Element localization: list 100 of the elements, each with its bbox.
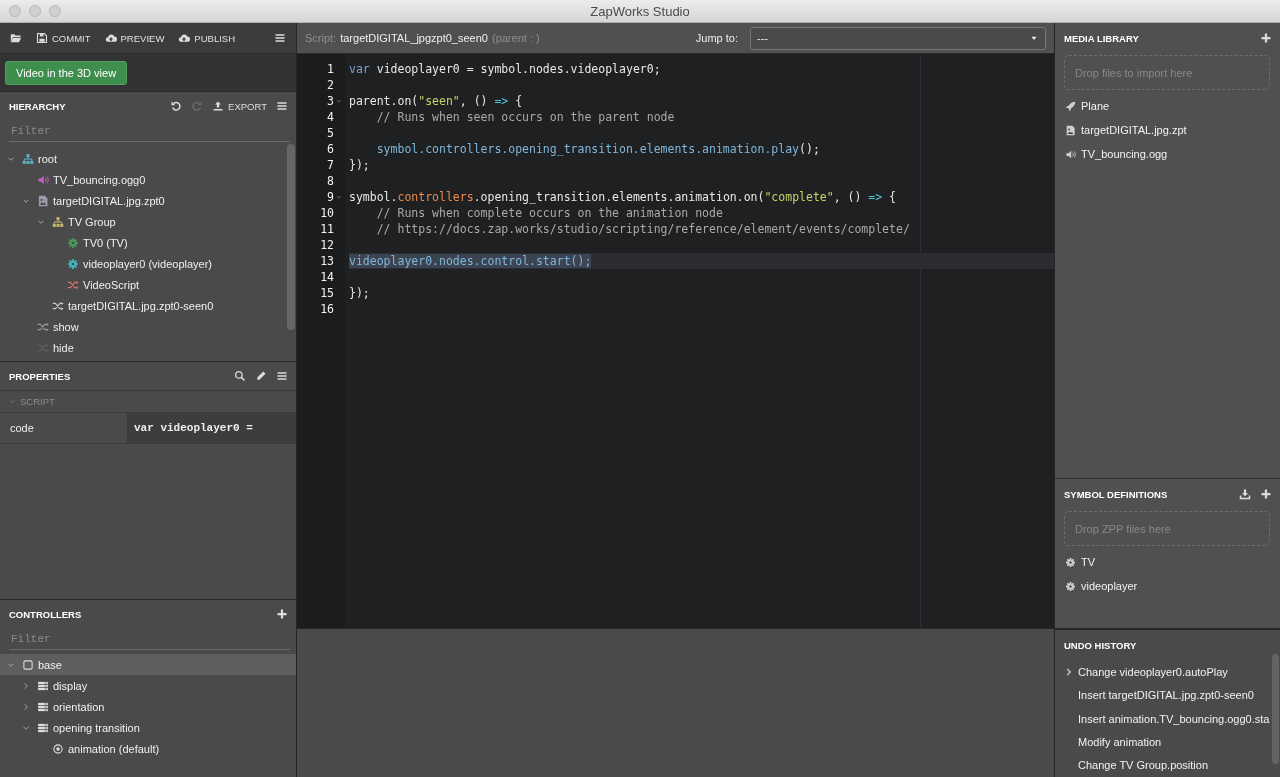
line-number: 5 — [327, 126, 334, 140]
jump-dropdown[interactable]: --- — [750, 26, 1046, 50]
line-number: 11 — [320, 222, 334, 236]
rocket-icon — [1065, 100, 1076, 112]
tree-item[interactable]: display — [0, 675, 296, 696]
library-item[interactable]: videoplayer — [1055, 574, 1280, 598]
save-icon — [36, 32, 48, 44]
tree-item[interactable]: TV Group — [0, 211, 296, 232]
plus-icon — [1260, 32, 1272, 44]
history-item[interactable]: Change videoplayer0.autoPlay — [1055, 660, 1280, 684]
speaker-icon — [1065, 148, 1076, 160]
menu-button[interactable] — [276, 370, 288, 382]
tree-item[interactable]: opening transition — [0, 717, 296, 738]
folder-button[interactable] — [10, 32, 22, 44]
history-item[interactable]: Change TV Group.position — [1055, 753, 1280, 777]
script-label: Script: — [305, 32, 337, 44]
commit-button[interactable]: COMMIT — [36, 32, 91, 44]
plus-button[interactable] — [276, 608, 288, 620]
tree-item[interactable]: root — [0, 148, 296, 169]
line-number: 14 — [320, 270, 334, 284]
menu-button[interactable] — [276, 100, 288, 112]
pencil-button[interactable] — [255, 370, 267, 382]
history-item[interactable]: Insert animation.TV_bouncing.ogg0.sta — [1055, 706, 1280, 731]
undo-icon — [170, 100, 183, 112]
jump-label: Jump to: — [695, 32, 738, 44]
parent-label: (parent : ) — [491, 32, 540, 44]
scrollbar[interactable] — [287, 144, 295, 330]
list-icon — [37, 700, 49, 713]
redo-icon — [191, 100, 204, 112]
download-button[interactable] — [1239, 488, 1251, 500]
panel-title: CONTROLLERS — [9, 608, 83, 620]
library-item[interactable]: targetDIGITAL.jpg.zpt — [1055, 118, 1280, 142]
tree-item[interactable]: videoplayer0 (videoplayer) — [0, 253, 296, 274]
code-line: }); — [349, 157, 371, 173]
list-icon — [37, 679, 49, 692]
cloud-upload-icon — [104, 32, 117, 44]
scrollbar[interactable] — [1272, 654, 1279, 764]
search-button[interactable] — [234, 370, 246, 382]
folder-icon — [10, 32, 22, 44]
export-button[interactable]: EXPORT — [212, 100, 267, 112]
tree-item[interactable]: base — [0, 654, 296, 675]
pencil-icon — [255, 370, 267, 382]
tree-item[interactable]: hide — [0, 337, 296, 358]
chevron-right-icon — [1064, 666, 1074, 677]
filter-field[interactable]: Filter — [9, 120, 290, 142]
line-number: 9 — [327, 190, 334, 204]
plus-icon — [1260, 488, 1272, 500]
preview-button[interactable]: PREVIEW — [104, 32, 165, 44]
list-icon — [37, 721, 49, 734]
menu-icon — [274, 32, 286, 44]
history-item[interactable]: Modify animation — [1055, 730, 1280, 754]
code-line: symbol.controllers.opening_transition.elements.animation.on("complete", () => { — [349, 189, 898, 205]
menu-button[interactable] — [274, 32, 286, 44]
tree-item[interactable]: TV0 (TV) — [0, 232, 296, 253]
tree-item[interactable]: VideoScript — [0, 274, 296, 295]
panel-title: MEDIA LIBRARY — [1064, 32, 1140, 44]
filter-field[interactable]: Filter — [9, 628, 290, 650]
panel-title: UNDO HISTORY — [1064, 639, 1138, 651]
square-icon — [22, 658, 34, 671]
line-number: 10 — [320, 206, 334, 220]
line-number: 13 — [320, 254, 334, 268]
plus-button[interactable] — [1260, 32, 1272, 44]
property-value[interactable]: var videoplayer0 = — [128, 413, 296, 443]
menu-icon — [276, 100, 288, 112]
line-number: 4 — [327, 110, 334, 124]
line-number: 15 — [320, 286, 334, 300]
code-line: // Runs when complete occurs on the animation node — [375, 205, 724, 221]
line-number: 3 — [327, 94, 334, 108]
view-3d-button[interactable]: Video in the 3D view — [5, 60, 128, 85]
upload-icon — [212, 100, 225, 112]
panel-title: PROPERTIES — [9, 370, 72, 382]
menu-icon — [276, 370, 288, 382]
tree-item[interactable]: animation (default) — [0, 738, 296, 759]
tree-item[interactable]: targetDIGITAL.jpg.zpt0-seen0 — [0, 295, 296, 316]
code-line: var videoplayer0 = symbol.nodes.videoplayer0; — [349, 61, 662, 77]
line-number: 12 — [320, 238, 334, 252]
tree-item[interactable]: orientation — [0, 696, 296, 717]
code-line: symbol.controllers.opening_transition.elements.animation.play(); — [375, 141, 821, 157]
code-line: // https://docs.zap.works/studio/scripting/reference/element/events/complete/ — [375, 221, 911, 237]
tree-item[interactable]: targetDIGITAL.jpg.zpt0 — [0, 190, 296, 211]
line-number: 1 — [327, 62, 334, 76]
code-line: parent.on("seen", () => { — [349, 93, 524, 109]
library-item[interactable]: Plane — [1055, 94, 1280, 118]
history-item[interactable]: Insert targetDIGITAL.jpg.zpt0-seen0 — [1055, 683, 1280, 707]
line-number: 2 — [327, 78, 334, 92]
panel-title: HIERARCHY — [9, 100, 67, 112]
library-item[interactable]: TV_bouncing.ogg — [1055, 142, 1280, 166]
undo-button[interactable] — [170, 100, 183, 112]
panel-title: SYMBOL DEFINITIONS — [1064, 488, 1169, 500]
radio-icon — [52, 742, 64, 755]
download-icon — [1239, 488, 1251, 500]
window-title: ZapWorks Studio — [590, 3, 690, 19]
tree-item[interactable]: TV_bouncing.ogg0 — [0, 169, 296, 190]
code-line: }); — [349, 285, 371, 301]
tree-item[interactable]: show — [0, 316, 296, 337]
gear-icon — [1065, 580, 1076, 592]
line-number: 8 — [327, 174, 334, 188]
library-item[interactable]: TV — [1055, 550, 1280, 574]
plus-button[interactable] — [1260, 488, 1272, 500]
publish-button[interactable]: PUBLISH — [178, 32, 235, 44]
